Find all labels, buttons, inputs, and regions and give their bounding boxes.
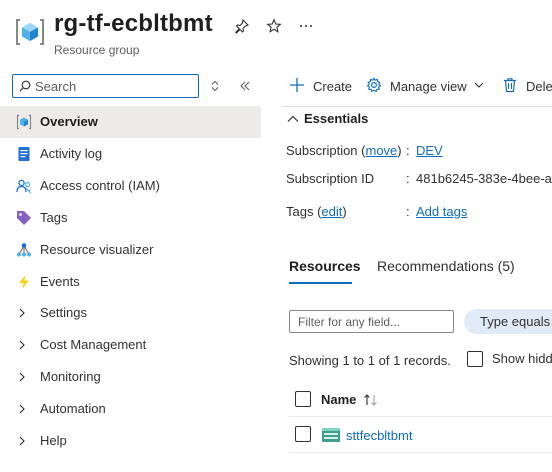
collapse-sidebar-icon[interactable] xyxy=(239,80,251,92)
sidebar-item-label: Automation xyxy=(40,401,106,416)
gear-icon xyxy=(366,77,382,93)
storage-account-icon xyxy=(322,428,340,442)
search-icon xyxy=(19,80,31,92)
sidebar-item-label: Activity log xyxy=(40,146,103,161)
pin-icon[interactable] xyxy=(234,18,250,34)
sidebar-item-overview[interactable]: Overview xyxy=(0,106,261,138)
delete-button[interactable]: Dele xyxy=(502,76,552,96)
sort-icon[interactable] xyxy=(363,393,379,407)
sidebar-item-events[interactable]: Events xyxy=(0,266,261,298)
tag-icon xyxy=(17,211,31,225)
sidebar-item-help[interactable]: Help xyxy=(0,425,261,457)
sidebar-item-label: Access control (IAM) xyxy=(40,178,160,193)
chevron-down-icon xyxy=(474,82,484,88)
delete-label: Dele xyxy=(526,79,552,94)
records-count: Showing 1 to 1 of 1 records. xyxy=(289,353,451,368)
sidebar-item-tags[interactable]: Tags xyxy=(0,202,261,234)
page-subtitle: Resource group xyxy=(54,43,140,57)
chevron-right-icon xyxy=(19,372,25,382)
header-divider xyxy=(289,416,552,417)
chevron-right-icon xyxy=(19,436,25,446)
tags-label-text: Tags xyxy=(286,204,314,219)
sidebar-item-label: Resource visualizer xyxy=(40,242,154,257)
tags-label: Tags (edit) xyxy=(286,204,347,219)
sidebar-item-monitoring[interactable]: Monitoring xyxy=(0,361,261,393)
sidebar-search[interactable] xyxy=(12,74,199,98)
row-divider xyxy=(289,452,552,453)
subscription-label-text: Subscription xyxy=(286,143,358,158)
tab-resources[interactable]: Resources xyxy=(289,258,361,274)
sidebar-item-cost-management[interactable]: Cost Management xyxy=(0,329,261,361)
name-column-header[interactable]: Name xyxy=(321,392,356,407)
search-input[interactable] xyxy=(35,76,195,96)
sidebar-item-activity-log[interactable]: Activity log xyxy=(0,138,261,170)
trash-icon xyxy=(504,78,516,93)
show-hidden-label: Show hidd xyxy=(492,351,552,366)
iam-icon xyxy=(16,179,32,194)
chevron-right-icon xyxy=(19,340,25,350)
sidebar-item-label: Settings xyxy=(40,305,87,320)
filter-input[interactable] xyxy=(298,313,448,330)
colon: : xyxy=(406,143,410,158)
sidebar-item-label: Events xyxy=(40,274,80,289)
subscription-value-link[interactable]: DEV xyxy=(416,143,443,158)
manage-view-button[interactable]: Manage view xyxy=(366,76,490,96)
visualizer-icon xyxy=(17,243,31,257)
sidebar-item-label: Cost Management xyxy=(40,337,147,352)
sidebar-item-resource-visualizer[interactable]: Resource visualizer xyxy=(0,234,261,266)
events-icon xyxy=(19,275,29,289)
page-header: rg-tf-ecbltbmt Resource group xyxy=(0,0,552,70)
chevron-up-icon[interactable] xyxy=(287,115,299,123)
row-checkbox[interactable] xyxy=(295,426,311,442)
subscription-label: Subscription (move) xyxy=(286,143,402,158)
plus-icon xyxy=(290,78,304,92)
type-filter-label: Type equals xyxy=(480,314,551,329)
show-hidden-checkbox[interactable] xyxy=(467,351,483,367)
resource-group-icon xyxy=(16,19,44,45)
filter-field[interactable] xyxy=(289,310,454,333)
more-icon[interactable] xyxy=(298,18,314,34)
create-label: Create xyxy=(313,79,353,94)
chevron-right-icon xyxy=(19,404,25,414)
add-tags-link[interactable]: Add tags xyxy=(416,204,467,219)
sidebar-item-label: Monitoring xyxy=(40,369,101,384)
edit-tags-link[interactable]: edit xyxy=(321,204,342,219)
toolbar-divider xyxy=(282,106,552,107)
manage-view-label: Manage view xyxy=(390,79,467,94)
move-link[interactable]: move xyxy=(366,143,398,158)
colon: : xyxy=(406,171,410,186)
sidebar-item-label: Tags xyxy=(40,210,68,225)
page-title: rg-tf-ecbltbmt xyxy=(54,10,213,37)
expand-collapse-icon[interactable] xyxy=(209,80,221,92)
colon: : xyxy=(406,204,410,219)
type-filter-pill[interactable]: Type equals xyxy=(464,309,552,334)
azure-portal-page: rg-tf-ecbltbmt Resource group Overview xyxy=(0,0,552,472)
resource-link[interactable]: sttfecbltbmt xyxy=(346,428,412,443)
chevron-right-icon xyxy=(19,308,25,318)
essentials-heading[interactable]: Essentials xyxy=(304,111,368,126)
sidebar-item-settings[interactable]: Settings xyxy=(0,297,261,329)
sidebar-item-label: Help xyxy=(40,433,67,448)
sidebar-item-automation[interactable]: Automation xyxy=(0,393,261,425)
overview-icon xyxy=(16,114,32,130)
create-button[interactable]: Create xyxy=(289,76,353,96)
star-icon[interactable] xyxy=(266,18,282,34)
tab-recommendations[interactable]: Recommendations (5) xyxy=(377,258,515,274)
sidebar-item-iam[interactable]: Access control (IAM) xyxy=(0,170,261,202)
active-tab-indicator xyxy=(289,282,352,284)
activity-log-icon xyxy=(18,147,30,161)
subscription-id-value: 481b6245-383e-4bee-a xyxy=(416,171,552,186)
sidebar-item-label: Overview xyxy=(40,114,98,129)
subscription-id-label: Subscription ID xyxy=(286,171,375,186)
select-all-checkbox[interactable] xyxy=(295,391,311,407)
